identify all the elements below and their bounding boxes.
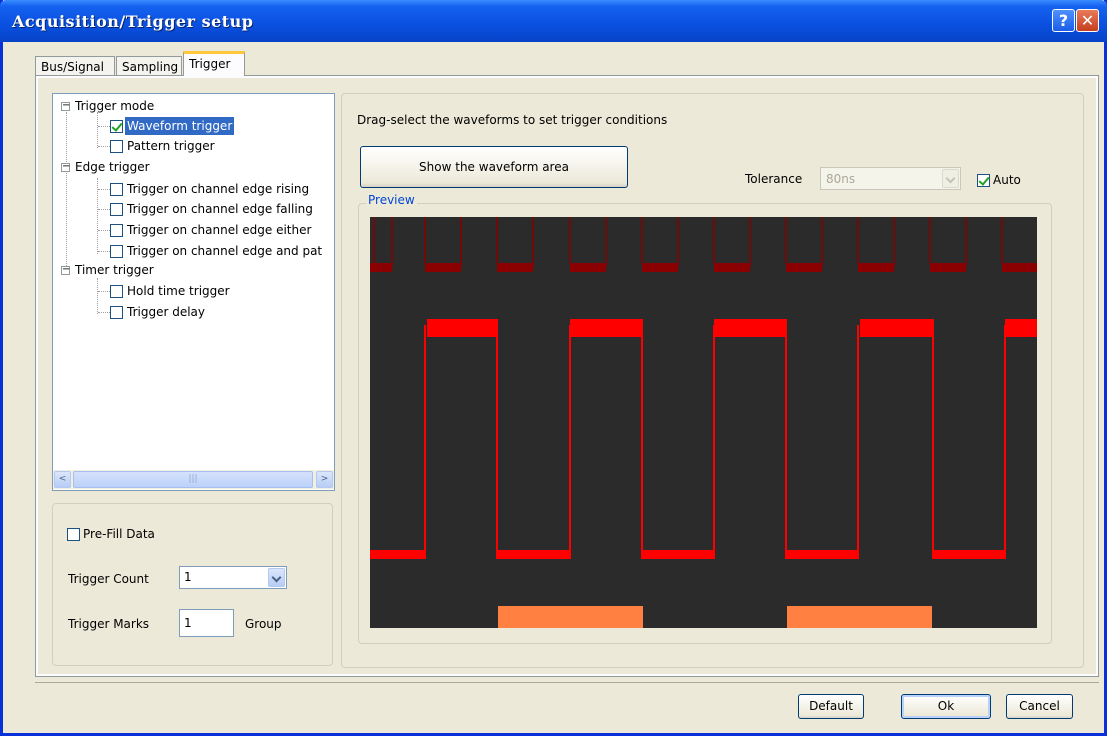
default-button[interactable]: Default — [798, 694, 864, 719]
checkbox-edge-and-pattern[interactable] — [110, 245, 123, 258]
title-bar[interactable]: Acquisition/Trigger setup ? ✕ — [0, 0, 1107, 42]
tree-item-label: Trigger delay — [127, 305, 205, 319]
channel-1-trace — [370, 217, 1037, 272]
tree-item-label: Waveform trigger — [125, 117, 235, 135]
show-waveform-area-button[interactable]: Show the waveform area — [360, 146, 628, 188]
trigger-count-select[interactable]: 1 — [179, 566, 287, 589]
tree-item-label: Hold time trigger — [127, 284, 230, 298]
tree-item-label: Trigger on channel edge falling — [127, 202, 313, 216]
waveform-preview[interactable] — [370, 217, 1037, 628]
ok-button[interactable]: Ok — [901, 694, 991, 719]
collapse-icon[interactable]: − — [61, 265, 70, 275]
tolerance-label: Tolerance — [745, 172, 803, 186]
tree-group-label: Timer trigger — [75, 263, 154, 277]
tolerance-select[interactable]: 80ns — [820, 167, 961, 190]
channel-2-trace — [370, 319, 1037, 559]
trigger-marks-label: Trigger Marks — [68, 617, 150, 631]
chevron-down-icon[interactable] — [268, 568, 285, 587]
cancel-button[interactable]: Cancel — [1006, 694, 1073, 719]
checkbox-trigger-delay[interactable] — [110, 306, 123, 319]
help-button[interactable]: ? — [1052, 9, 1075, 32]
channel-3-trace — [498, 606, 932, 628]
trigger-count-label: Trigger Count — [68, 572, 149, 586]
tab-bus-signal[interactable]: Bus/Signal — [35, 56, 115, 76]
checkbox-pattern-trigger[interactable] — [110, 140, 123, 153]
trigger-marks-unit: Group — [245, 617, 282, 631]
trigger-count-value: 1 — [184, 570, 192, 584]
collapse-icon[interactable]: − — [61, 162, 70, 172]
tree-group-label: Edge trigger — [75, 160, 150, 174]
checkbox-hold-time[interactable] — [110, 285, 123, 298]
tree-item-label: Trigger on channel edge either — [127, 223, 312, 237]
tolerance-value: 80ns — [826, 172, 856, 186]
checkbox-edge-either[interactable] — [110, 224, 123, 237]
tree-item-label: Trigger on channel edge rising — [127, 182, 310, 196]
window-title: Acquisition/Trigger setup — [12, 12, 254, 31]
close-button[interactable]: ✕ — [1076, 9, 1099, 32]
auto-checkbox[interactable] — [977, 174, 990, 187]
tab-label: Sampling — [122, 60, 179, 74]
scroll-right-icon[interactable]: > — [316, 471, 333, 488]
trigger-tree[interactable]: − Trigger mode Waveform trigger Pattern … — [52, 93, 335, 491]
chevron-down-icon — [942, 169, 959, 188]
tab-label: Trigger — [189, 57, 231, 71]
auto-label: Auto — [993, 173, 1021, 187]
footer-divider — [35, 682, 1099, 683]
checkbox-edge-rising[interactable] — [110, 183, 123, 196]
tree-item-label: Pattern trigger — [127, 139, 215, 153]
prefill-checkbox[interactable] — [67, 528, 80, 541]
tree-horizontal-scrollbar[interactable]: < ||| > — [53, 470, 334, 489]
scroll-thumb[interactable]: ||| — [73, 471, 313, 488]
instruction-text: Drag-select the waveforms to set trigger… — [357, 113, 668, 127]
checkbox-waveform-trigger[interactable] — [110, 120, 123, 133]
waveform-canvas — [370, 217, 1037, 628]
tree-item-label: Trigger on channel edge and pat — [127, 244, 323, 258]
tree-group-label: Trigger mode — [75, 99, 155, 113]
trigger-marks-input[interactable]: 1 — [179, 609, 234, 637]
tab-sampling[interactable]: Sampling — [116, 56, 182, 76]
scroll-left-icon[interactable]: < — [54, 471, 71, 488]
tab-label: Bus/Signal — [41, 60, 104, 74]
checkbox-edge-falling[interactable] — [110, 203, 123, 216]
tab-trigger[interactable]: Trigger — [183, 51, 245, 76]
prefill-label: Pre-Fill Data — [83, 527, 155, 541]
preview-label: Preview — [366, 193, 417, 207]
collapse-icon[interactable]: − — [61, 101, 70, 111]
